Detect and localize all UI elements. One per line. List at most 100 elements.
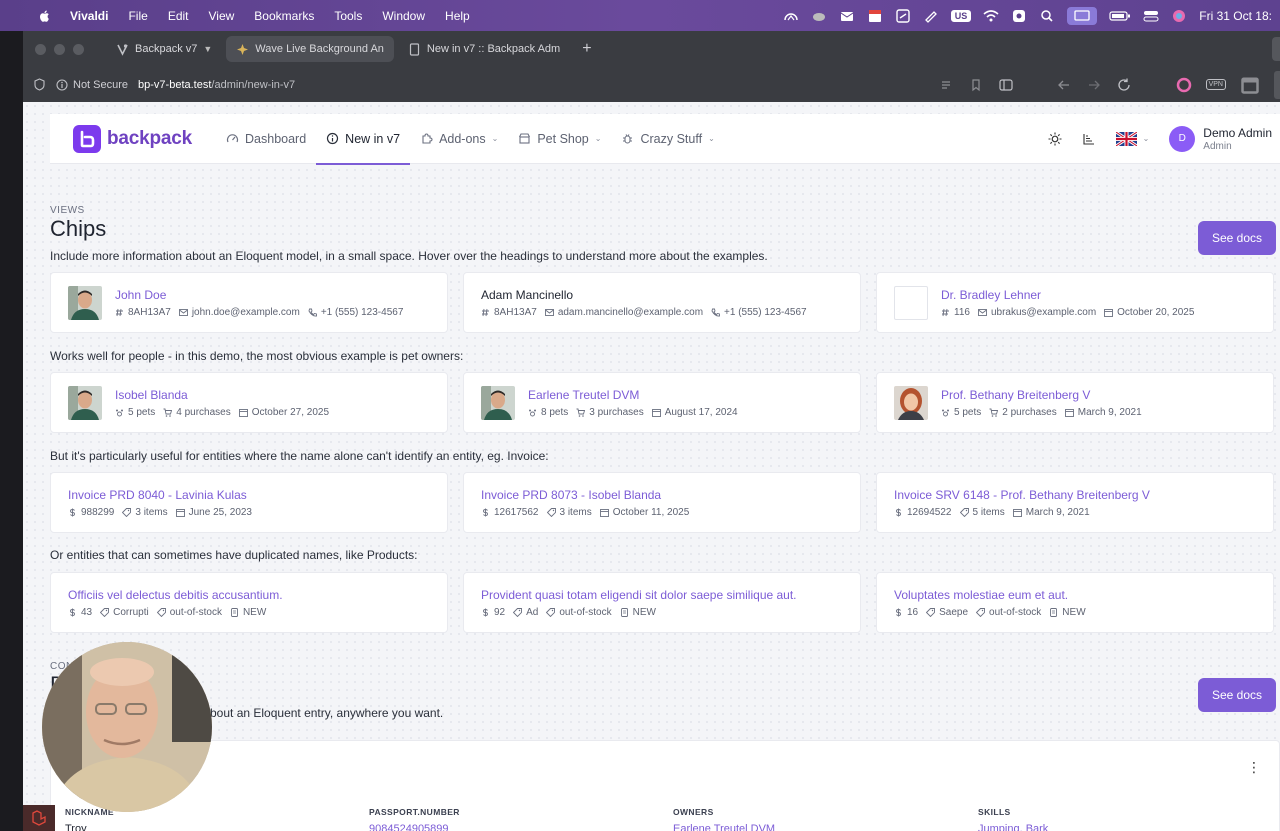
new-tab-button[interactable]: + <box>582 40 591 58</box>
nav-pet-shop[interactable]: Pet Shop ⌄ <box>508 114 611 164</box>
tab-wave-live-background[interactable]: Wave Live Background An <box>226 36 394 62</box>
chip-title[interactable]: Invoice SRV 6148 - Prof. Bethany Breiten… <box>894 488 1150 502</box>
chip-meta: 16 Saepe out-of-stock NEW <box>894 607 1086 618</box>
menu-app-name[interactable]: Vivaldi <box>70 9 108 23</box>
chip-body: Voluptates molestiae eum et aut. 16 Saepe o… <box>894 588 1086 618</box>
chip-meta-text: October 11, 2025 <box>612 506 690 518</box>
brand-logo[interactable]: backpack <box>73 124 193 153</box>
reader-icon[interactable] <box>938 77 954 93</box>
close-window-button[interactable] <box>35 43 46 55</box>
calendar-icon <box>651 408 661 417</box>
chip-title[interactable]: Prof. Bethany Breitenberg V <box>941 388 1142 402</box>
chip-body: Officiis vel delectus debitis accusantiu… <box>68 588 283 618</box>
chip-card: Voluptates molestiae eum et aut. 16 Saepe o… <box>876 572 1274 633</box>
back-arrow-icon[interactable] <box>1056 77 1072 93</box>
chevron-down-icon[interactable]: ▼ <box>203 44 212 54</box>
keyboard-layout-badge[interactable]: US <box>950 9 972 22</box>
screenshot-icon[interactable] <box>895 8 911 23</box>
sidebar-toggle-icon[interactable] <box>998 77 1014 93</box>
laravel-debugbar-icon[interactable] <box>23 805 55 831</box>
apple-icon[interactable] <box>38 9 52 23</box>
chip-title[interactable]: Dr. Bradley Lehner <box>941 288 1194 302</box>
nav-dashboard[interactable]: Dashboard <box>216 114 316 164</box>
theme-layout-icon[interactable] <box>1082 132 1096 146</box>
minimize-window-button[interactable] <box>54 43 65 55</box>
menu-tools[interactable]: Tools <box>334 9 362 23</box>
value-nickname: Troy <box>65 823 87 831</box>
menu-view[interactable]: View <box>209 9 235 23</box>
kebab-menu-icon[interactable]: ⋮ <box>1247 759 1261 776</box>
chip-card: Adam Mancinello 8AH13A7 adam.mancinello@ex… <box>463 272 861 333</box>
chip-meta-item: August 17, 2024 <box>651 407 738 418</box>
brand-name: backpack <box>107 127 193 149</box>
menu-window[interactable]: Window <box>382 9 425 23</box>
see-docs-button[interactable]: See docs <box>1198 678 1276 712</box>
chip-title[interactable]: Officiis vel delectus debitis accusantiu… <box>68 588 283 602</box>
chip-meta: 5 pets 2 purchases March 9, 2021 <box>941 407 1142 418</box>
wifi-icon[interactable] <box>983 9 999 23</box>
forward-arrow-icon[interactable] <box>1086 77 1102 93</box>
tab-new-in-v7[interactable]: New in v7 :: Backpack Adm <box>398 36 570 62</box>
chip-meta-item: +1 (555) 123-4567 <box>308 307 403 318</box>
user-menu[interactable]: D Demo Admin Admin <box>1169 125 1272 152</box>
url-field[interactable]: bp-v7-beta.test/admin/new-in-v7 <box>138 79 295 91</box>
see-docs-button[interactable]: See docs <box>1198 221 1276 255</box>
chip-meta-item: 8AH13A7 <box>481 307 537 318</box>
info-icon[interactable] <box>56 78 68 91</box>
chip-title[interactable]: Isobel Blanda <box>115 388 329 402</box>
menu-file[interactable]: File <box>128 9 147 23</box>
value-owners[interactable]: Earlene Treutel DVM <box>673 823 775 831</box>
menu-help[interactable]: Help <box>445 9 470 23</box>
calendar-panel-icon[interactable] <box>1240 75 1260 95</box>
nav-crazy-stuff[interactable]: Crazy Stuff ⌄ <box>611 114 724 164</box>
dollar-icon <box>70 608 75 616</box>
value-passport[interactable]: 9084524905899 <box>369 823 449 831</box>
chip-meta-text: 5 pets <box>128 406 156 418</box>
nav-add-ons[interactable]: Add-ons ⌄ <box>410 114 508 164</box>
nav-label: New in v7 <box>345 131 401 146</box>
tab-backpack-v7[interactable]: Backpack v7 ▼ <box>106 36 222 62</box>
calendar-tray-icon[interactable] <box>867 9 883 23</box>
security-label[interactable]: Not Secure <box>73 79 128 91</box>
mail-tray-icon[interactable] <box>839 9 855 23</box>
sun-icon[interactable] <box>1048 132 1062 146</box>
screen-mirroring-icon[interactable] <box>1067 6 1098 25</box>
search-icon[interactable] <box>1039 9 1055 23</box>
siri-icon[interactable] <box>1171 9 1187 23</box>
tag-icon <box>976 607 985 617</box>
chip-meta-text: June 25, 2023 <box>188 506 252 518</box>
menu-edit[interactable]: Edit <box>168 9 189 23</box>
chip-title[interactable]: Provident quasi totam eligendi sit dolor… <box>481 588 797 602</box>
chip-title[interactable]: Invoice PRD 8040 - Lavinia Kulas <box>68 488 252 502</box>
chip-title[interactable]: John Doe <box>115 288 403 302</box>
control-center-icon[interactable] <box>1143 9 1159 23</box>
color-extension-icon[interactable] <box>1176 77 1192 93</box>
chip-card: Isobel Blanda 5 pets 4 purchases October 27… <box>50 372 448 433</box>
vpn-button[interactable]: VPN <box>1205 79 1226 90</box>
value-skills[interactable]: Jumping, Bark <box>978 823 1048 831</box>
arc-icon[interactable] <box>783 9 799 23</box>
presenter-video <box>42 642 212 812</box>
gear-tray-icon[interactable] <box>1011 9 1027 23</box>
tab-label: Wave Live Background An <box>255 43 384 55</box>
reload-icon[interactable] <box>1116 77 1132 93</box>
zoom-window-button[interactable] <box>73 43 84 55</box>
clock[interactable]: Fri 31 Oct 18: <box>1199 9 1272 23</box>
chip-meta-text: Corrupti <box>113 606 149 618</box>
chip-title[interactable]: Earlene Treutel DVM <box>528 388 738 402</box>
nav-new-in-v7[interactable]: New in v7 <box>316 114 410 165</box>
cloud-icon[interactable] <box>811 9 827 23</box>
pen-tray-icon[interactable] <box>923 9 939 23</box>
chip-title[interactable]: Invoice PRD 8073 - Isobel Blanda <box>481 488 689 502</box>
shield-icon[interactable] <box>33 78 46 91</box>
battery-icon[interactable] <box>1109 9 1131 23</box>
chip-meta-item: 92 <box>481 607 505 618</box>
bookmark-icon[interactable] <box>968 77 984 93</box>
menu-bookmarks[interactable]: Bookmarks <box>254 9 314 23</box>
chip-card: Provident quasi totam eligendi sit dolor… <box>463 572 861 633</box>
language-switcher[interactable]: ⌄ <box>1115 131 1149 146</box>
avatar-photo <box>68 385 102 420</box>
dollar-icon <box>483 508 488 516</box>
chip-title[interactable]: Voluptates molestiae eum et aut. <box>894 588 1086 602</box>
chip-meta-item: Corrupti <box>100 607 149 618</box>
